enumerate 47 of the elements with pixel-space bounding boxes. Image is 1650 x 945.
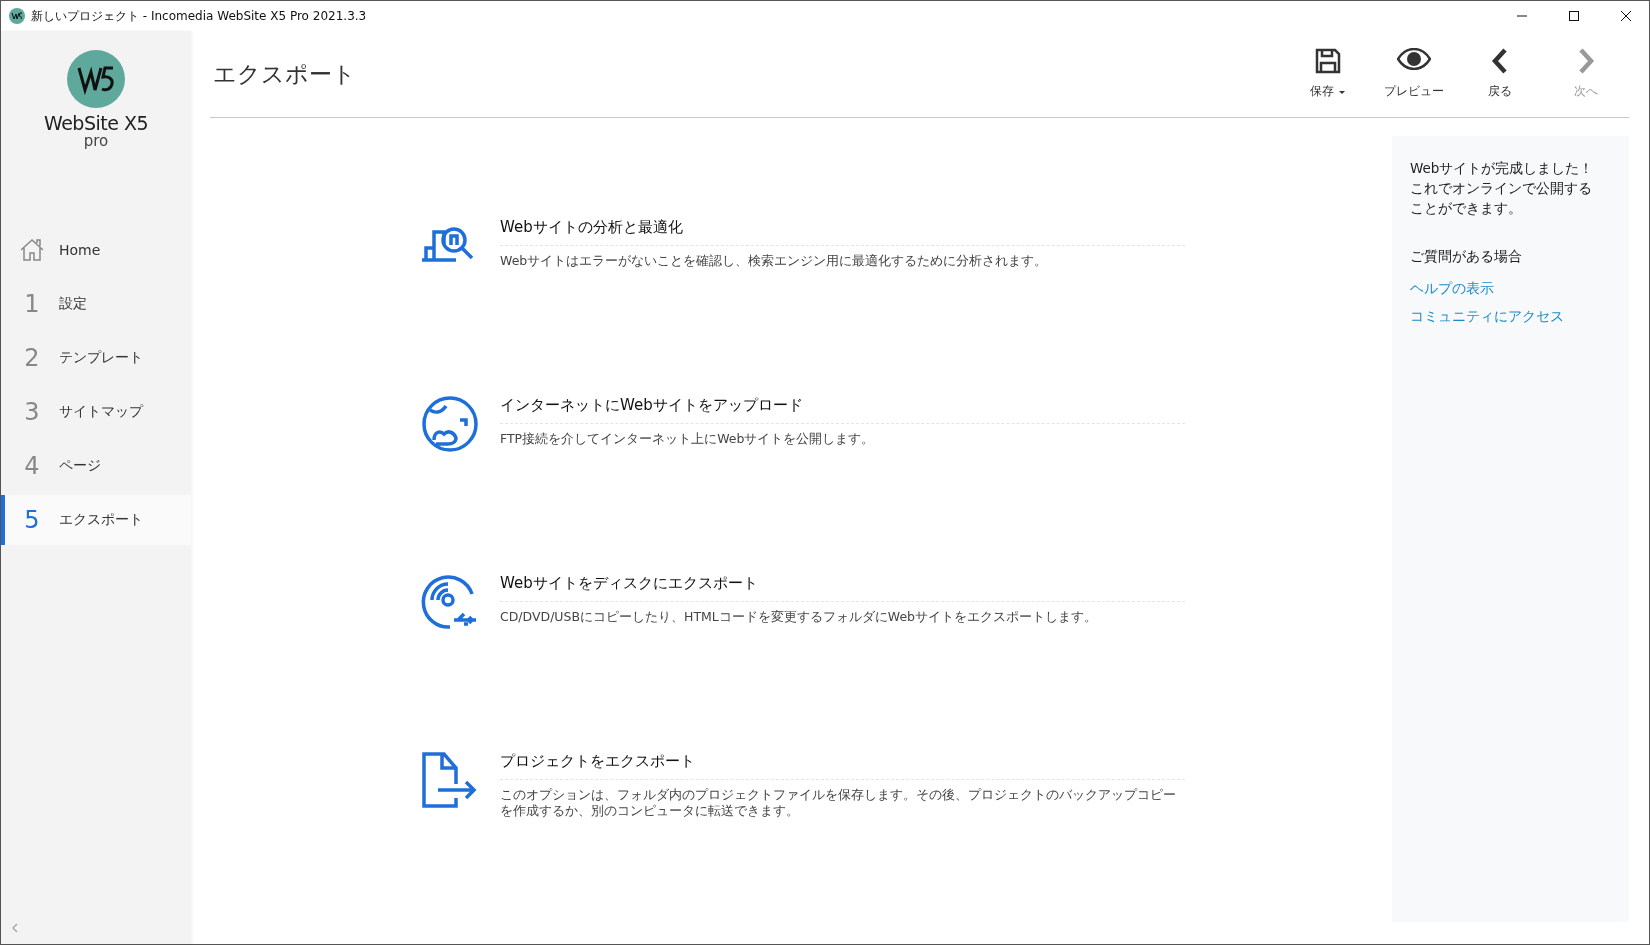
sidebar-label: テンプレート: [59, 349, 143, 367]
step-number: 4: [23, 452, 41, 480]
sidebar-label: Home: [59, 242, 101, 258]
option-description: このオプションは、フォルダ内のプロジェクトファイルを保存します。その後、プロジェクトのバックアップコピーを作成するか、別のコンピュータに転送できます。: [500, 786, 1177, 819]
collapse-chevron-icon[interactable]: [11, 922, 19, 934]
logo-emblem-icon: [67, 50, 125, 108]
globe-icon: [420, 394, 480, 454]
page-title: エクスポート: [212, 59, 357, 89]
chevron-left-icon: [1491, 48, 1509, 74]
option-description: Webサイトはエラーがないことを確認し、検索エンジン用に最適化するために分析されます。: [500, 252, 1049, 269]
help-link[interactable]: コミュニティにアクセス: [1410, 302, 1599, 330]
toolbar-button[interactable]: プレビュー: [1377, 44, 1451, 104]
sidebar-label: エクスポート: [59, 511, 143, 529]
option-description: CD/DVD/USBにコピーしたり、HTMLコードを変更するフォルダにWebサイトをエクスポートします。: [500, 608, 1099, 625]
sidebar-item[interactable]: 1 設定: [1, 279, 191, 329]
toolbar-button[interactable]: 戻る: [1463, 44, 1537, 104]
step-number: 1: [23, 290, 41, 318]
home-icon: [19, 237, 45, 263]
maximize-icon: [1569, 11, 1579, 21]
sidebar-label: サイトマップ: [59, 403, 143, 421]
sidebar-item[interactable]: 2 テンプレート: [1, 333, 191, 383]
option-description: FTP接続を介してインターネット上にWebサイトを公開します。: [500, 430, 876, 447]
sidebar-item[interactable]: Home: [1, 225, 191, 275]
option-title[interactable]: プロジェクトをエクスポート: [500, 750, 1185, 780]
logo-name: WebSite X5: [43, 112, 148, 134]
window-title: 新しいプロジェクト - Incomedia WebSite X5 Pro 2021.3.3: [31, 7, 368, 25]
close-icon: [1621, 11, 1631, 21]
option-title[interactable]: Webサイトをディスクにエクスポート: [500, 572, 1185, 602]
completion-message: Webサイトが完成しました！これでオンラインで公開することができます。: [1410, 159, 1595, 218]
sidebar-item[interactable]: 5 エクスポート: [1, 495, 191, 545]
sidebar-label: ページ: [59, 457, 101, 475]
sidebar-label: 設定: [59, 295, 87, 313]
toolbar-button[interactable]: 保存: [1291, 44, 1365, 104]
caret-icon: [1338, 89, 1346, 95]
step-number: 5: [23, 506, 41, 534]
eye-icon: [1397, 48, 1431, 70]
logo-edition: pro: [83, 134, 109, 148]
sidebar-item[interactable]: 3 サイトマップ: [1, 387, 191, 437]
help-link[interactable]: ヘルプの表示: [1410, 274, 1599, 302]
app-logo-icon: [9, 8, 25, 24]
option-title[interactable]: インターネットにWebサイトをアップロード: [500, 394, 1185, 424]
option-title[interactable]: Webサイトの分析と最適化: [500, 216, 1185, 246]
step-number: 3: [23, 398, 41, 426]
sidebar-item[interactable]: 4 ページ: [1, 441, 191, 491]
chevron-right-icon: [1577, 48, 1595, 74]
help-heading: ご質問がある場合: [1410, 248, 1523, 266]
step-number: 2: [23, 344, 41, 372]
